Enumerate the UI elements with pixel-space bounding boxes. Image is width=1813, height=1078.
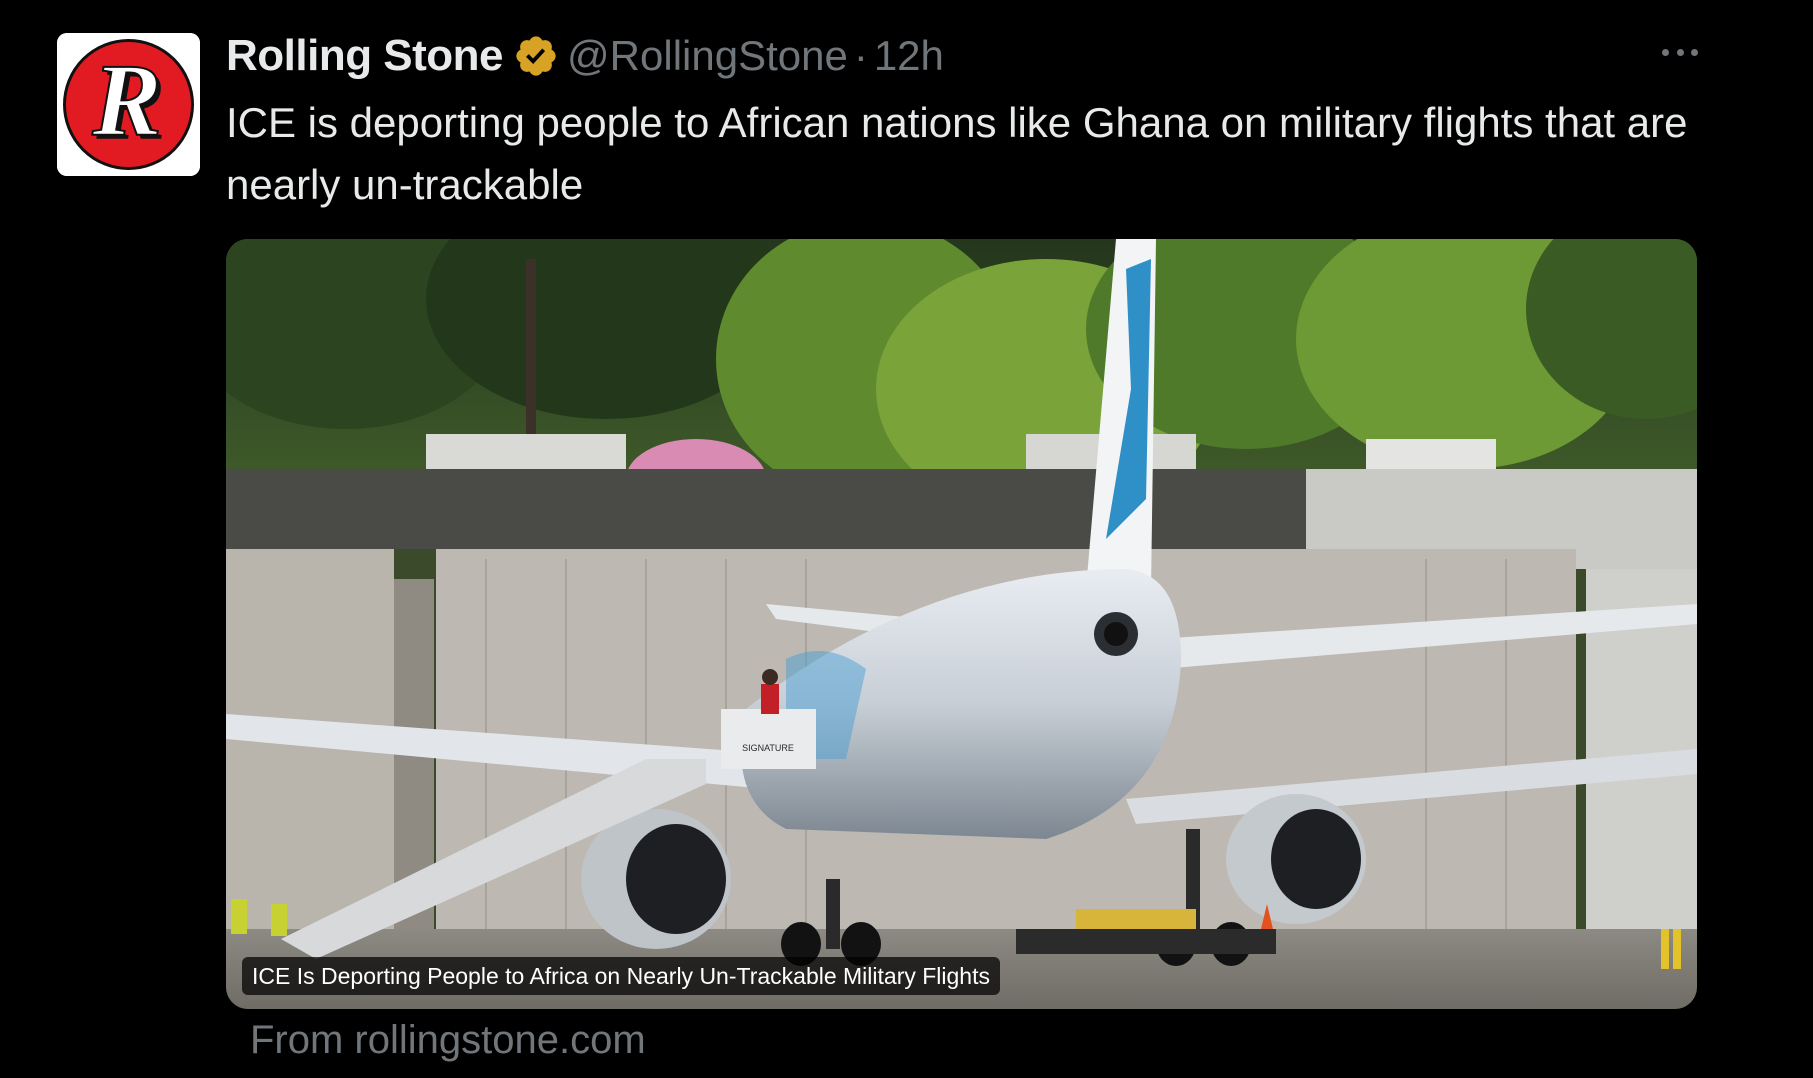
avatar-letter: R [91, 43, 161, 158]
tweet-text: ICE is deporting people to African natio… [226, 99, 1688, 208]
more-dot [1662, 48, 1669, 56]
timestamp[interactable]: 12h [874, 32, 944, 80]
tweet[interactable]: R R Rolling Stone @RollingStone · 12h IC… [0, 0, 1813, 1078]
rolling-stone-logo-icon: R R [57, 33, 200, 176]
display-name[interactable]: Rolling Stone [226, 31, 504, 81]
card-image[interactable]: SIGNATURE [226, 239, 1697, 1009]
card-title[interactable]: ICE Is Deporting People to Africa on Nea… [242, 957, 1000, 995]
avatar[interactable]: R R [57, 33, 200, 176]
more-options-icon[interactable] [1662, 40, 1698, 64]
link-card[interactable]: SIGNATURE ICE Is Deporting People to Afr… [226, 239, 1697, 1009]
card-source-link[interactable]: From rollingstone.com [250, 1018, 646, 1063]
verified-badge-icon[interactable] [513, 33, 559, 79]
tweet-header: Rolling Stone @RollingStone · 12h [226, 28, 944, 84]
separator-dot: · [853, 32, 868, 79]
user-handle[interactable]: @RollingStone [567, 32, 848, 80]
airplane-photo-icon: SIGNATURE [226, 239, 1697, 1009]
more-dot [1676, 48, 1684, 56]
stair-sign: SIGNATURE [742, 743, 794, 753]
more-dot [1691, 48, 1698, 56]
